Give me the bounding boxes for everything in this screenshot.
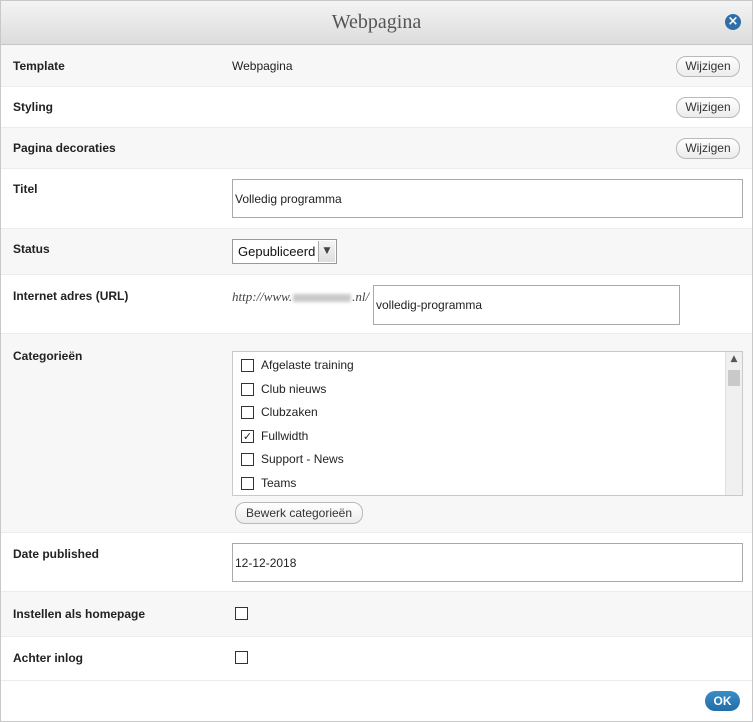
scroll-up-icon[interactable]: ▲ [726,354,742,366]
url-prefix-end: .nl/ [352,289,370,304]
title-label: Titel [13,182,38,196]
title-row: Titel Volledig programma [1,169,752,229]
date-row: Date published 12-12-2018 [1,533,752,592]
dialog-titlebar: Webpagina × [1,1,752,45]
decorations-change-button[interactable]: Wijzigen [676,138,740,159]
status-row: Status Gepubliceerd ▼ [1,229,752,275]
date-input[interactable]: 12-12-2018 [232,543,743,582]
category-label: Support - News [261,452,344,466]
dialog-title: Webpagina [331,11,422,33]
checkmark-icon: ✓ [242,430,253,443]
template-row: Template Webpagina Wijzigen [1,45,752,87]
category-checkbox[interactable] [241,477,254,490]
styling-row: Styling Wijzigen [1,87,752,128]
date-input-value: 12-12-2018 [235,556,297,570]
title-input[interactable]: Volledig programma [232,179,743,218]
category-checkbox[interactable] [241,453,254,466]
category-checkbox[interactable] [241,383,254,396]
category-label: Teams [261,476,297,490]
categories-scrollbar[interactable]: ▲ [725,352,742,495]
url-slug-value: volledig-programma [376,298,483,312]
date-label: Date published [13,547,100,561]
url-prefix-start: http://www. [232,289,293,304]
url-label: Internet adres (URL) [13,289,129,303]
category-label: Afgelaste training [261,358,354,372]
styling-label: Styling [13,100,54,114]
category-checkbox[interactable] [241,406,254,419]
template-value: Webpagina [232,59,293,73]
categories-label: Categorieën [13,349,83,363]
login-label: Achter inlog [13,651,84,665]
category-label: Fullwidth [261,429,309,443]
decorations-label: Pagina decoraties [13,141,116,155]
decorations-row: Pagina decoraties Wijzigen [1,128,752,169]
homepage-row: Instellen als homepage [1,592,752,637]
categories-list[interactable]: Afgelaste training Club nieuws Clubzaken… [232,351,743,496]
category-checkbox-checked[interactable]: ✓ [241,430,254,443]
status-select-value: Gepubliceerd [238,244,316,259]
ok-button[interactable]: OK [705,691,740,711]
homepage-label: Instellen als homepage [13,607,146,621]
chevron-down-icon: ▼ [318,241,335,262]
title-input-value: Volledig programma [235,192,342,206]
login-checkbox[interactable] [235,651,248,664]
url-prefix: http://www. .nl/ [232,289,369,305]
homepage-checkbox[interactable] [235,607,248,620]
page-dialog: Webpagina × Template Webpagina Wijzigen … [0,0,753,722]
category-label: Club nieuws [261,382,327,396]
redacted-domain [293,294,352,303]
close-icon[interactable]: × [725,14,741,30]
template-change-button[interactable]: Wijzigen [676,56,740,77]
template-label: Template [13,59,65,73]
styling-change-button[interactable]: Wijzigen [676,97,740,118]
url-row: Internet adres (URL) http://www. .nl/ vol… [1,275,752,334]
login-row: Achter inlog [1,637,752,681]
status-select[interactable]: Gepubliceerd ▼ [232,239,337,264]
url-slug-input[interactable]: volledig-programma [373,285,680,325]
scrollbar-thumb[interactable] [728,370,740,386]
category-label: Clubzaken [261,405,318,419]
category-checkbox[interactable] [241,359,254,372]
status-label: Status [13,242,50,256]
edit-categories-button[interactable]: Bewerk categorieën [235,502,363,524]
